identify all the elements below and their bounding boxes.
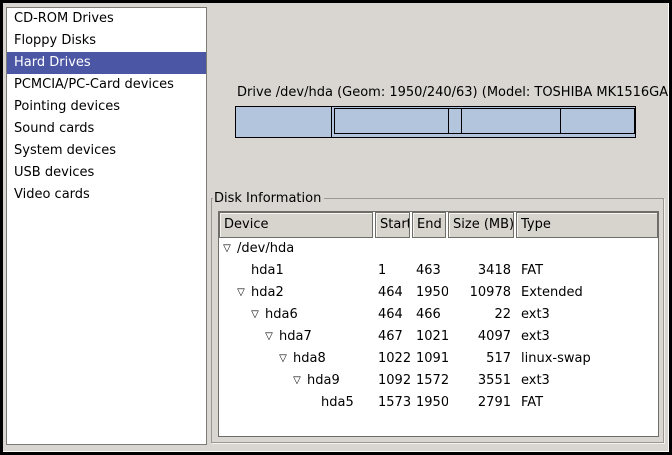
- type-cell: ext3: [516, 326, 658, 348]
- logical-partitions-strip: [334, 108, 635, 134]
- hardware-browser-window: CD-ROM Drives Floppy Disks Hard Drives P…: [0, 0, 672, 455]
- expander-open-icon[interactable]: ▽: [277, 348, 289, 370]
- device-cell: ▽ hda6: [219, 304, 375, 326]
- expander-open-icon[interactable]: ▽: [221, 238, 233, 260]
- type-cell: linux-swap: [516, 348, 658, 370]
- partition-segment-hda5: [560, 108, 635, 134]
- device-cell: ▽ hda1: [219, 260, 375, 282]
- partition-segment-hda1: [236, 107, 332, 137]
- sidebar-item-sound-cards[interactable]: Sound cards: [7, 118, 206, 140]
- device-name: hda6: [265, 304, 298, 326]
- table-row-hda9[interactable]: ▽ hda9 1092 1572 3551 ext3: [219, 370, 658, 392]
- table-body: ▽ /dev/hda ▽ hda1 1 463 3: [219, 238, 658, 414]
- size-cell: 3551: [448, 370, 516, 392]
- device-cell: ▽ hda5: [219, 392, 375, 414]
- partition-segment-hda2-extended: [333, 107, 635, 137]
- device-name: hda8: [293, 348, 326, 370]
- column-header-device[interactable]: Device: [219, 212, 373, 238]
- start-cell: 1022: [375, 348, 412, 370]
- table-row-hda7[interactable]: ▽ hda7 467 1021 4097 ext3: [219, 326, 658, 348]
- start-cell: 464: [375, 304, 412, 326]
- end-cell: 1950: [412, 392, 448, 414]
- sidebar-item-pointing-devices[interactable]: Pointing devices: [7, 96, 206, 118]
- device-name: hda9: [307, 370, 340, 392]
- partition-segment-hda9: [461, 108, 561, 134]
- type-cell: [516, 238, 658, 260]
- device-cell: ▽ hda7: [219, 326, 375, 348]
- device-name: hda1: [251, 260, 284, 282]
- device-cell: ▽ hda8: [219, 348, 375, 370]
- expander-open-icon[interactable]: ▽: [291, 370, 303, 392]
- drive-geometry-label: Drive /dev/hda (Geom: 1950/240/63) (Mode…: [237, 85, 672, 100]
- size-cell: 10978: [448, 282, 516, 304]
- sidebar-item-usb-devices[interactable]: USB devices: [7, 162, 206, 184]
- device-category-list[interactable]: CD-ROM Drives Floppy Disks Hard Drives P…: [6, 7, 207, 445]
- start-cell: 1092: [375, 370, 412, 392]
- end-cell: 1950: [412, 282, 448, 304]
- disk-information-frame-title: Disk Information: [213, 191, 324, 206]
- size-cell: 4097: [448, 326, 516, 348]
- start-cell: 1573: [375, 392, 412, 414]
- start-cell: 467: [375, 326, 412, 348]
- sidebar-item-hard-drives[interactable]: Hard Drives: [7, 52, 206, 74]
- sidebar-item-video-cards[interactable]: Video cards: [7, 184, 206, 206]
- device-name: /dev/hda: [237, 238, 294, 260]
- type-cell: ext3: [516, 304, 658, 326]
- column-header-start[interactable]: Start: [375, 212, 410, 238]
- device-cell: ▽ hda2: [219, 282, 375, 304]
- device-cell: ▽ /dev/hda: [219, 238, 375, 260]
- drive-partition-bar: [235, 106, 636, 138]
- end-cell: 1091: [412, 348, 448, 370]
- disk-information-table[interactable]: Device Start End Size (MB) Type ▽ /dev/h…: [218, 211, 659, 437]
- sidebar-item-pcmcia-devices[interactable]: PCMCIA/PC-Card devices: [7, 74, 206, 96]
- expander-open-icon[interactable]: ▽: [263, 326, 275, 348]
- table-row-hda1[interactable]: ▽ hda1 1 463 3418 FAT: [219, 260, 658, 282]
- table-header-row: Device Start End Size (MB) Type: [219, 212, 658, 238]
- device-name: hda5: [321, 392, 354, 414]
- type-cell: ext3: [516, 370, 658, 392]
- end-cell: [412, 238, 448, 260]
- type-cell: FAT: [516, 260, 658, 282]
- column-header-type[interactable]: Type: [516, 212, 658, 238]
- table-row-hda5[interactable]: ▽ hda5 1573 1950 2791 FAT: [219, 392, 658, 414]
- sidebar-item-cdrom-drives[interactable]: CD-ROM Drives: [7, 8, 206, 30]
- column-header-size[interactable]: Size (MB): [448, 212, 514, 238]
- expander-open-icon[interactable]: ▽: [249, 304, 261, 326]
- column-header-end[interactable]: End: [412, 212, 446, 238]
- table-row-dev-hda[interactable]: ▽ /dev/hda: [219, 238, 658, 260]
- sidebar-item-system-devices[interactable]: System devices: [7, 140, 206, 162]
- sidebar-item-floppy-disks[interactable]: Floppy Disks: [7, 30, 206, 52]
- end-cell: 1021: [412, 326, 448, 348]
- device-name: hda7: [279, 326, 312, 348]
- disk-information-frame: Disk Information Device Start End Size (…: [211, 198, 664, 443]
- size-cell: 22: [448, 304, 516, 326]
- end-cell: 466: [412, 304, 448, 326]
- type-cell: FAT: [516, 392, 658, 414]
- device-name: hda2: [251, 282, 284, 304]
- size-cell: 3418: [448, 260, 516, 282]
- start-cell: 1: [375, 260, 412, 282]
- start-cell: [375, 238, 412, 260]
- device-cell: ▽ hda9: [219, 370, 375, 392]
- end-cell: 463: [412, 260, 448, 282]
- table-row-hda6[interactable]: ▽ hda6 464 466 22 ext3: [219, 304, 658, 326]
- size-cell: 517: [448, 348, 516, 370]
- partition-segment-hda8: [448, 108, 462, 134]
- expander-open-icon[interactable]: ▽: [235, 282, 247, 304]
- table-row-hda8[interactable]: ▽ hda8 1022 1091 517 linux-swap: [219, 348, 658, 370]
- size-cell: 2791: [448, 392, 516, 414]
- partition-segment-hda7: [334, 108, 449, 134]
- start-cell: 464: [375, 282, 412, 304]
- table-row-hda2[interactable]: ▽ hda2 464 1950 10978 Extended: [219, 282, 658, 304]
- size-cell: [448, 238, 516, 260]
- end-cell: 1572: [412, 370, 448, 392]
- type-cell: Extended: [516, 282, 658, 304]
